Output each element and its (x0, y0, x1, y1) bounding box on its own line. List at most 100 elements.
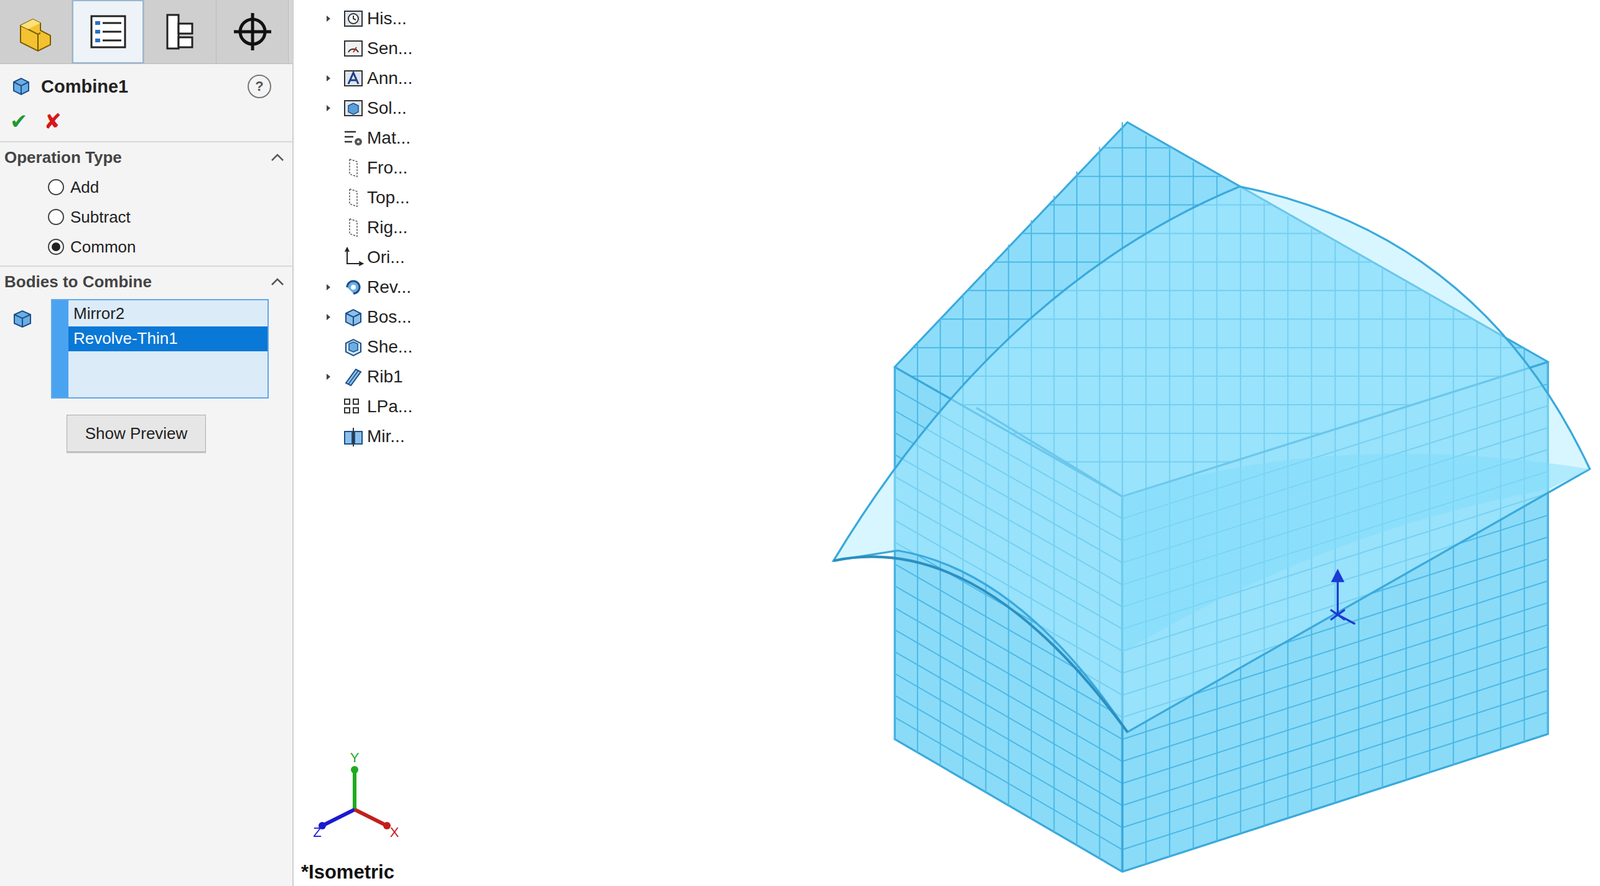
plane-icon (342, 186, 365, 210)
axis-label: X (390, 824, 400, 841)
bodies-row: Mirror2Revolve-Thin1 (0, 296, 293, 399)
axis-label: Y (350, 750, 360, 766)
tree-item[interactable]: Mir... (324, 421, 1600, 452)
list-strip (52, 300, 69, 398)
tree-item[interactable]: Bos... (324, 302, 1600, 333)
feature-title-text: Combine1 (41, 76, 239, 98)
feature-tree: His... Sen... Ann... Sol... Mat... Fro..… (293, 0, 1600, 452)
feature-title: Combine1 ? (0, 64, 293, 107)
combine-icon (11, 75, 33, 98)
tree-item[interactable]: Mat... (324, 123, 1600, 154)
axis-line (322, 809, 355, 827)
tree-label: His... (367, 8, 407, 29)
expander[interactable] (324, 312, 343, 322)
help-button[interactable]: ? (247, 74, 272, 99)
expand-arrow-icon (324, 74, 333, 83)
manager-tabs (0, 0, 293, 65)
manager-tab[interactable] (144, 0, 217, 64)
property-manager-panel: Combine1 ? ✔ ✘ Operation Type Add Subtra… (0, 0, 294, 886)
tree-item[interactable]: Top... (324, 182, 1600, 213)
tree-label: Ori... (367, 247, 405, 268)
chevron-icon (269, 276, 285, 287)
solid-body-icon (12, 309, 33, 330)
manager-tab[interactable] (0, 0, 73, 64)
tree-label: LPa... (367, 396, 413, 417)
revolve-icon (342, 276, 365, 299)
body-item[interactable]: Revolve-Thin1 (68, 326, 268, 352)
radio-button[interactable] (47, 179, 65, 196)
radio-label: Subtract (70, 207, 131, 228)
section-header[interactable]: Operation Type (0, 142, 293, 173)
origin-icon (1330, 571, 1355, 624)
tree-item[interactable]: His... (324, 3, 1600, 34)
radio-label: Add (70, 177, 99, 198)
manager-tab[interactable] (216, 0, 289, 64)
expander[interactable] (324, 74, 343, 83)
expand-arrow-icon (324, 283, 333, 292)
expander[interactable] (324, 283, 343, 292)
tree-item[interactable]: Rev... (324, 272, 1600, 303)
tree-label: Bos... (367, 307, 412, 328)
cancel-button[interactable]: ✘ (44, 108, 63, 134)
tree-item[interactable]: Ann... (324, 63, 1600, 94)
radio-option[interactable]: Common (0, 232, 293, 262)
ok-cancel-row: ✔ ✘ (0, 106, 293, 143)
crosshair-icon (230, 9, 275, 54)
tree-item[interactable]: Rig... (324, 212, 1600, 243)
expander[interactable] (324, 103, 343, 113)
axis-tip (350, 766, 359, 774)
radio-dot (51, 242, 61, 252)
tree-label: Rev... (367, 277, 412, 298)
tree-item[interactable]: LPa... (324, 391, 1600, 422)
tree-item[interactable]: She... (324, 332, 1600, 363)
chevron-icon (269, 152, 285, 163)
tree-label: Sol... (367, 98, 407, 119)
show-preview-button[interactable]: Show Preview (66, 414, 206, 453)
tree-item[interactable]: Ori... (324, 242, 1600, 273)
history-icon (342, 7, 365, 30)
radio-button[interactable] (47, 209, 65, 226)
body-item[interactable]: Mirror2 (68, 301, 268, 327)
expander[interactable] (324, 14, 343, 24)
part-icon (14, 9, 58, 54)
expander[interactable] (324, 372, 343, 382)
manager-tab[interactable] (72, 0, 145, 64)
surface-edge (833, 556, 1128, 733)
shell-icon (342, 335, 365, 359)
origin-icon (342, 246, 365, 269)
radio-label: Common (70, 237, 136, 257)
tree-label: Sen... (367, 38, 413, 59)
solid-bodies-icon (342, 97, 365, 120)
tree-label: Top... (367, 187, 410, 208)
radio-option[interactable]: Add (0, 172, 293, 203)
model-view[interactable] (293, 0, 1600, 886)
axis-triad: Y Z X (311, 746, 411, 847)
operation-type-section: Operation Type Add Subtract Common (0, 142, 293, 267)
tree-item[interactable]: Fro... (324, 153, 1600, 183)
expand-arrow-icon (324, 372, 333, 382)
revolve-thin-surface[interactable] (833, 186, 1591, 733)
pattern-icon (342, 395, 365, 419)
axis-line (354, 809, 387, 827)
tree-label: Rig... (367, 217, 408, 238)
rib-icon (342, 365, 365, 389)
property-list-icon (86, 9, 131, 54)
tree-item[interactable]: Rib1 (324, 362, 1600, 392)
bodies-list[interactable]: Mirror2Revolve-Thin1 (51, 299, 269, 399)
tree-label: Fro... (367, 158, 408, 178)
axis-label: Z (312, 824, 321, 841)
ok-button[interactable]: ✔ (9, 108, 28, 134)
tree-label: Ann... (367, 68, 413, 89)
axis-line (352, 770, 357, 810)
section-header[interactable]: Bodies to Combine (0, 266, 293, 297)
tree-item[interactable]: Sol... (324, 93, 1600, 124)
radio-option[interactable]: Subtract (0, 202, 293, 233)
graphics-area[interactable]: His... Sen... Ann... Sol... Mat... Fro..… (293, 0, 1600, 886)
tree-label: Mir... (367, 426, 405, 447)
sensors-icon (342, 37, 365, 60)
plane-icon (342, 156, 365, 180)
tree-item[interactable]: Sen... (324, 33, 1600, 64)
expand-arrow-icon (324, 103, 333, 113)
plane-icon (342, 216, 365, 239)
radio-button[interactable] (47, 238, 65, 256)
